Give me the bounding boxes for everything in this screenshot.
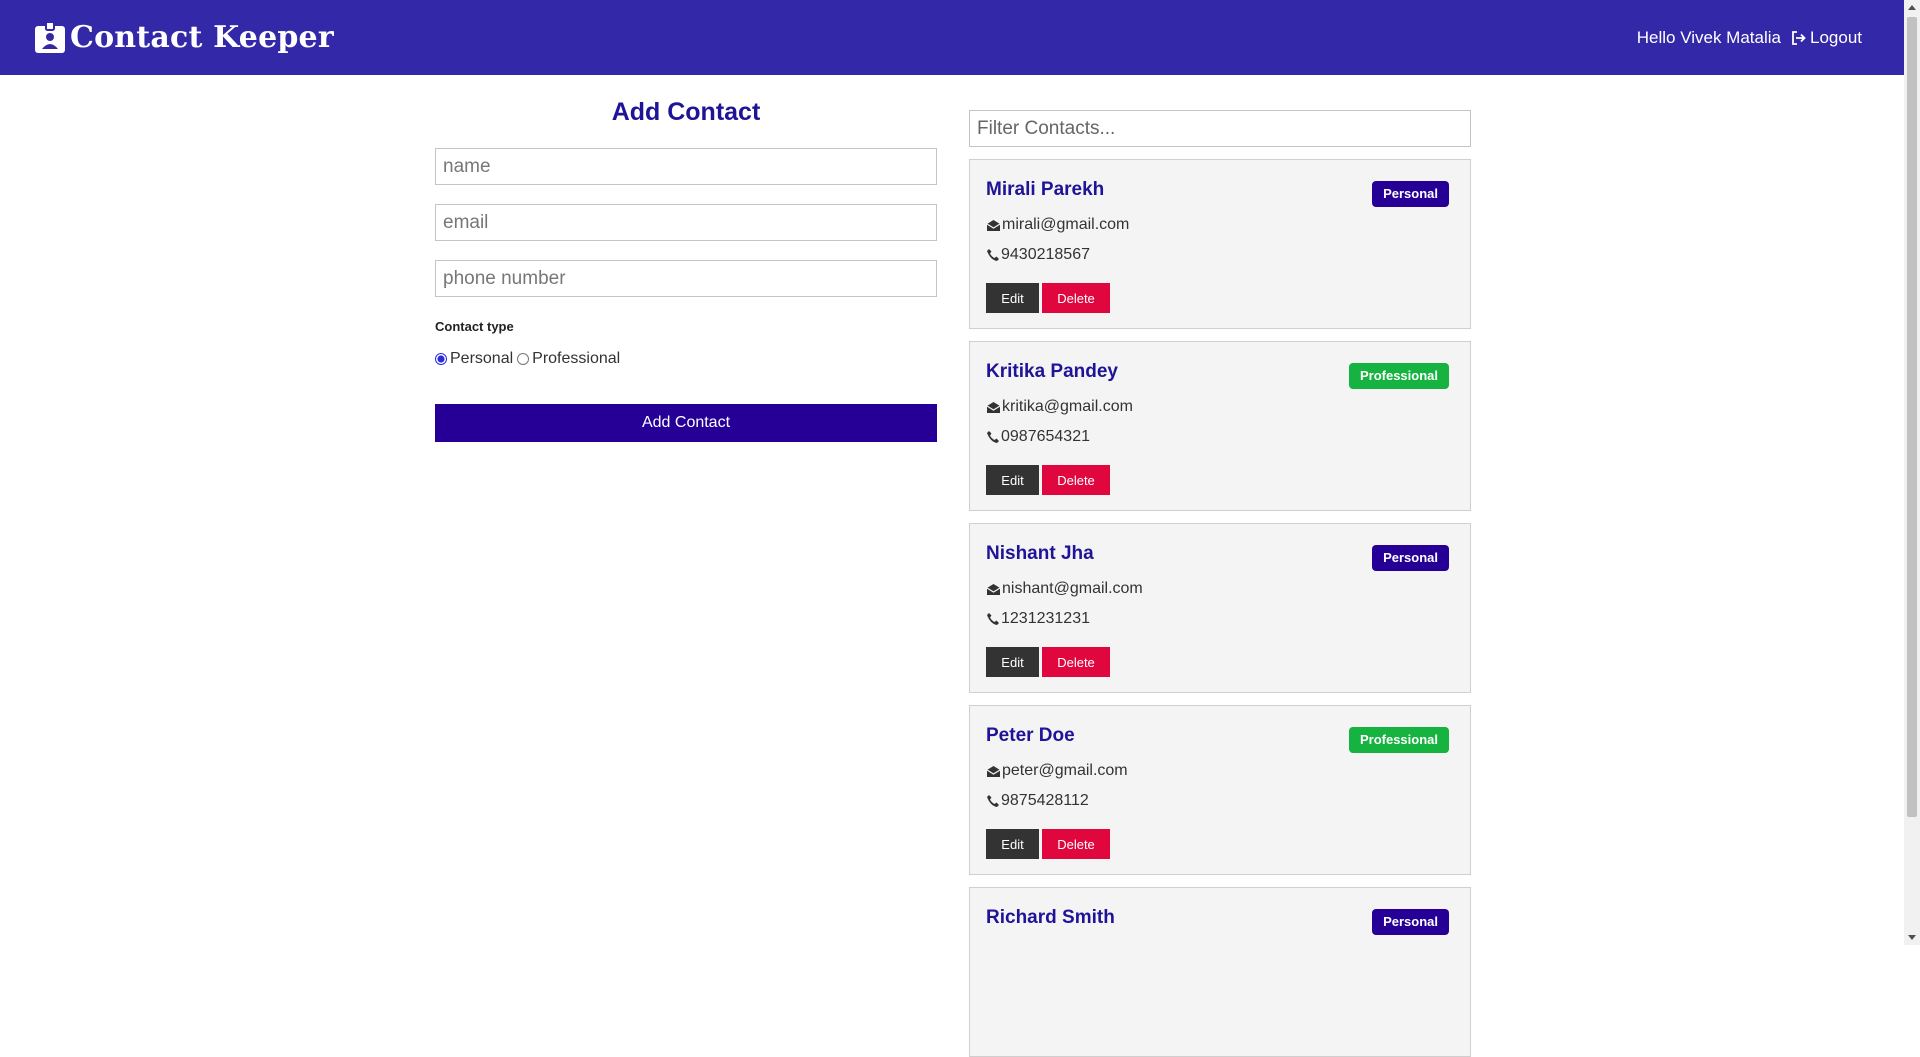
radio-personal[interactable] bbox=[435, 353, 447, 365]
scroll-thumb[interactable] bbox=[1907, 17, 1917, 817]
filter-contacts-input[interactable] bbox=[969, 110, 1471, 147]
greeting: Hello Vivek Matalia bbox=[1636, 27, 1781, 47]
card-actions: Edit Delete bbox=[986, 283, 1110, 313]
contact-card: Richard Smith Personal bbox=[969, 887, 1471, 1057]
email-input[interactable] bbox=[435, 204, 937, 241]
contact-name: Kritika Pandey bbox=[986, 361, 1118, 382]
contact-phone: 9875428112 bbox=[1001, 792, 1089, 809]
contact-type-label: Contact type bbox=[435, 319, 514, 334]
contact-name: Peter Doe bbox=[986, 725, 1075, 746]
contact-email: peter@gmail.com bbox=[1002, 762, 1128, 779]
card-actions: Edit Delete bbox=[986, 465, 1110, 495]
logout-label: Logout bbox=[1810, 27, 1862, 47]
phone-icon bbox=[986, 430, 1000, 444]
contact-card: Nishant Jha Personal nishant@gmail.com 1231… bbox=[969, 523, 1471, 693]
delete-button[interactable]: Delete bbox=[1042, 647, 1110, 677]
vertical-scrollbar[interactable] bbox=[1904, 0, 1920, 945]
phone-icon bbox=[986, 248, 1000, 262]
contact-email: nishant@gmail.com bbox=[1002, 580, 1143, 597]
phone-icon bbox=[986, 612, 1000, 626]
contact-type-badge: Personal bbox=[1372, 181, 1449, 207]
contact-email: mirali@gmail.com bbox=[1002, 216, 1130, 233]
contact-phone-line: 0987654321 bbox=[986, 428, 1090, 446]
add-contact-form: Add Contact Contact type Personal Profes… bbox=[435, 75, 937, 442]
delete-button[interactable]: Delete bbox=[1042, 283, 1110, 313]
contact-email: kritika@gmail.com bbox=[1002, 398, 1133, 415]
navbar: Contact Keeper Hello Vivek Matalia Logou… bbox=[0, 0, 1904, 75]
add-contact-button[interactable]: Add Contact bbox=[435, 404, 937, 442]
contact-phone: 9430218567 bbox=[1001, 246, 1090, 263]
contact-list: Mirali Parekh Personal mirali@gmail.com 943… bbox=[969, 159, 1471, 1057]
envelope-open-icon bbox=[986, 765, 1001, 778]
envelope-open-icon bbox=[986, 219, 1001, 232]
contact-card: Peter Doe Professional peter@gmail.com 9875… bbox=[969, 705, 1471, 875]
contact-type-badge: Professional bbox=[1348, 727, 1449, 753]
delete-button[interactable]: Delete bbox=[1042, 465, 1110, 495]
contact-email-line: mirali@gmail.com bbox=[986, 216, 1129, 234]
card-actions: Edit Delete bbox=[986, 829, 1110, 859]
radio-professional[interactable] bbox=[517, 353, 530, 365]
contact-phone: 0987654321 bbox=[1001, 428, 1090, 445]
scroll-down-icon[interactable] bbox=[1908, 935, 1916, 940]
contact-phone-line: 1231231231 bbox=[986, 610, 1090, 628]
contact-list-column: Mirali Parekh Personal mirali@gmail.com 943… bbox=[969, 75, 1471, 1057]
contact-type-badge: Personal bbox=[1372, 909, 1449, 935]
envelope-open-icon bbox=[986, 583, 1001, 596]
contact-card: Mirali Parekh Personal mirali@gmail.com 943… bbox=[969, 159, 1471, 329]
delete-button[interactable]: Delete bbox=[1042, 829, 1110, 859]
name-input[interactable] bbox=[435, 148, 937, 185]
logout-link[interactable]: Logout bbox=[1791, 28, 1862, 48]
contact-type-badge: Professional bbox=[1348, 363, 1449, 389]
scroll-up-icon[interactable] bbox=[1908, 5, 1916, 10]
contact-email-line: nishant@gmail.com bbox=[986, 580, 1143, 598]
envelope-open-icon bbox=[986, 401, 1001, 414]
contact-email-line: peter@gmail.com bbox=[986, 762, 1128, 780]
contact-phone-line: 9430218567 bbox=[986, 246, 1090, 264]
radio-professional-label[interactable]: Professional bbox=[532, 350, 620, 368]
edit-button[interactable]: Edit bbox=[986, 283, 1039, 313]
contact-type-badge: Personal bbox=[1372, 545, 1449, 571]
edit-button[interactable]: Edit bbox=[986, 829, 1039, 859]
contact-name: Richard Smith bbox=[986, 907, 1115, 928]
contact-type-radio-group: Personal Professional bbox=[435, 350, 937, 368]
radio-personal-label[interactable]: Personal bbox=[450, 350, 513, 368]
contact-email-line: kritika@gmail.com bbox=[986, 398, 1133, 416]
contact-card: Kritika Pandey Professional kritika@gmail.… bbox=[969, 341, 1471, 511]
sign-out-icon bbox=[1791, 30, 1807, 45]
id-badge-icon bbox=[32, 20, 68, 56]
app-title: Contact Keeper bbox=[70, 20, 334, 55]
phone-icon bbox=[986, 794, 1000, 808]
card-actions: Edit Delete bbox=[986, 647, 1110, 677]
edit-button[interactable]: Edit bbox=[986, 647, 1039, 677]
edit-button[interactable]: Edit bbox=[986, 465, 1039, 495]
contact-name: Nishant Jha bbox=[986, 543, 1094, 564]
contact-name: Mirali Parekh bbox=[986, 179, 1105, 200]
brand[interactable]: Contact Keeper bbox=[32, 20, 334, 56]
contact-phone-line: 9875428112 bbox=[986, 792, 1089, 810]
phone-input[interactable] bbox=[435, 260, 937, 297]
contact-phone: 1231231231 bbox=[1001, 610, 1090, 627]
nav-right: Hello Vivek Matalia Logout bbox=[1637, 28, 1862, 48]
form-title: Add Contact bbox=[611, 98, 761, 126]
